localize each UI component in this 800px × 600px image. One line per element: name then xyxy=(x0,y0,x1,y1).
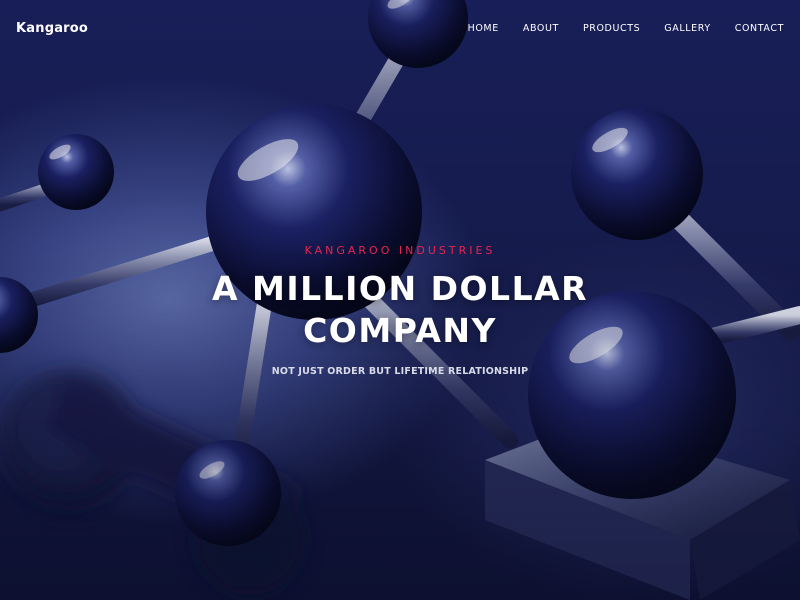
hero-headline: A MILLION DOLLAR COMPANY xyxy=(0,268,800,352)
hero-content: KANGAROO INDUSTRIES A MILLION DOLLAR COM… xyxy=(0,244,800,377)
hero-eyebrow: KANGAROO INDUSTRIES xyxy=(304,244,496,257)
hero-headline-line-2: COMPANY xyxy=(303,311,497,350)
hero-tagline: NOT JUST ORDER BUT LIFETIME RELATIONSHIP xyxy=(271,366,529,377)
navbar: Kangaroo HOME ABOUT PRODUCTS GALLERY CON… xyxy=(0,0,800,56)
nav-link-about[interactable]: ABOUT xyxy=(511,23,571,34)
brand-logo[interactable]: Kangaroo xyxy=(16,21,88,36)
hero-headline-line-1: A MILLION DOLLAR xyxy=(211,269,589,308)
nav-link-products[interactable]: PRODUCTS xyxy=(571,23,652,34)
nav-link-home[interactable]: HOME xyxy=(456,23,511,34)
nav-link-contact[interactable]: CONTACT xyxy=(723,23,784,34)
nav-link-gallery[interactable]: GALLERY xyxy=(652,23,722,34)
nav-menu: HOME ABOUT PRODUCTS GALLERY CONTACT xyxy=(456,23,784,34)
